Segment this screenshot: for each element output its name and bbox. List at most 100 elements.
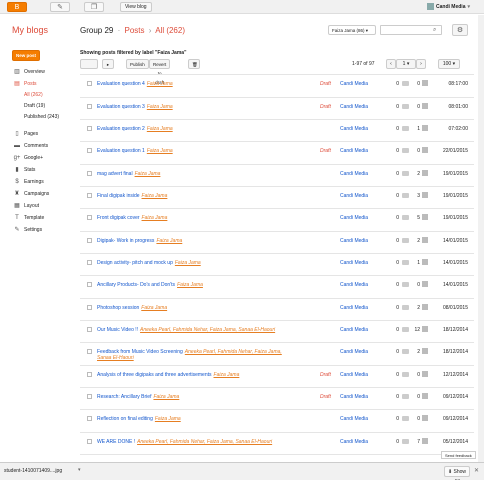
post-labels[interactable]: Faiza Jama [142, 193, 168, 199]
post-author[interactable]: Candi Media [340, 215, 368, 221]
sidebar-item-template[interactable]: T Template [12, 212, 74, 224]
row-checkbox[interactable] [87, 327, 92, 332]
per-page-select[interactable]: 100 ▾ [438, 59, 460, 69]
post-labels[interactable]: Faiza Jama [147, 104, 173, 110]
sidebar-item-earnings[interactable]: $ Earnings [12, 176, 74, 188]
show-all-downloads-button[interactable]: ⬇ Show All [444, 466, 470, 480]
row-checkbox[interactable] [87, 394, 92, 399]
post-author[interactable]: Candi Media [340, 372, 368, 378]
post-title[interactable]: Our Music Video !! [97, 327, 138, 333]
table-row[interactable]: mag advert final Faiza Jama Candi Media 0 2 1… [80, 165, 474, 187]
post-labels[interactable]: Faiza Jama [147, 126, 173, 132]
post-labels[interactable]: Faiza Jama [153, 394, 179, 400]
row-checkbox[interactable] [87, 349, 92, 354]
post-author[interactable]: Candi Media [340, 327, 368, 333]
table-row[interactable]: Final digipak inside Faiza Jama Candi Medi… [80, 187, 474, 209]
sidebar-item-googleplus[interactable]: g+ Google+ [12, 152, 74, 164]
post-author[interactable]: Candi Media [340, 104, 368, 110]
breadcrumb-filter[interactable]: All (262) [155, 26, 185, 35]
label-filter-dropdown[interactable]: Faiza Jama (86) ▾ [328, 25, 376, 35]
post-author[interactable]: Candi Media [340, 260, 368, 266]
table-row[interactable]: Evaluation question 3 Faiza Jama Draft Cand… [80, 98, 474, 120]
table-row[interactable]: Photoshop session Faiza Jama Candi Media 0 2… [80, 299, 474, 321]
post-labels[interactable]: Faiza Jama [141, 305, 167, 311]
new-post-button[interactable]: New post [12, 50, 40, 61]
post-title[interactable]: Evaluation question 2 [97, 126, 145, 132]
post-labels[interactable]: Faiza Jama [175, 260, 201, 266]
sidebar-item-overview[interactable]: ▥ Overview [12, 66, 74, 78]
post-labels[interactable]: Faiza Jama [214, 372, 240, 378]
table-row[interactable]: Our Music Video !! Aneeka Pearl, Fahmida … [80, 321, 474, 343]
my-blogs-link[interactable]: My blogs [12, 25, 48, 35]
post-title[interactable]: Design activity- pitch and mock up [97, 260, 173, 266]
sidebar-item-pages[interactable]: ▯ Pages [12, 128, 74, 140]
breadcrumb-posts[interactable]: Posts [125, 26, 145, 35]
table-row[interactable]: Research: Ancillary Brief Faiza Jama Draft… [80, 388, 474, 410]
post-author[interactable]: Candi Media [340, 148, 368, 154]
post-labels[interactable]: Aneeka Pearl, Fahmida Nehar, Faiza Jama,… [137, 439, 272, 445]
post-title[interactable]: Evaluation question 4 [97, 81, 145, 87]
row-checkbox[interactable] [87, 81, 92, 86]
post-author[interactable]: Candi Media [340, 439, 368, 445]
post-title[interactable]: Digipak- Work in progress [97, 238, 154, 244]
revert-to-draft-button[interactable]: Revert to draft [149, 59, 171, 85]
table-row[interactable]: Feedback from Music Video Screening Aneek… [80, 343, 474, 366]
sidebar-item-campaigns[interactable]: ♜ Campaigns [12, 188, 74, 200]
row-checkbox[interactable] [87, 260, 92, 265]
post-labels-continued[interactable]: Sanaa El-Haouri [97, 355, 134, 361]
row-checkbox[interactable] [87, 193, 92, 198]
post-labels[interactable]: Faiza Jama [142, 215, 168, 221]
post-labels[interactable]: Faiza Jama [156, 238, 182, 244]
send-feedback-button[interactable]: Send feedback [441, 451, 476, 459]
row-checkbox[interactable] [87, 372, 92, 377]
post-author[interactable]: Candi Media [340, 305, 368, 311]
blogger-logo-button[interactable]: B [7, 2, 27, 12]
search-icon[interactable]: ⌕ [433, 27, 436, 34]
post-title[interactable]: Evaluation question 3 [97, 104, 145, 110]
row-checkbox[interactable] [87, 282, 92, 287]
post-title[interactable]: WE ARE DONE ! [97, 439, 135, 445]
delete-button[interactable]: 🗑 [188, 59, 200, 69]
post-title[interactable]: Ancillary Products- Do's and Don'ts [97, 282, 175, 288]
row-checkbox[interactable] [87, 104, 92, 109]
post-title[interactable]: Final digipak inside [97, 193, 140, 199]
table-row[interactable]: Design activity- pitch and mock up Faiza … [80, 254, 474, 276]
post-labels[interactable]: Faiza Jama [155, 416, 181, 422]
blog-name[interactable]: Group 29 [80, 26, 113, 35]
labels-button[interactable]: ▸ [102, 59, 114, 69]
table-row[interactable]: Evaluation question 1 Faiza Jama Draft Cand… [80, 142, 474, 165]
sidebar-subitem-draft[interactable]: Draft (19) [12, 101, 74, 112]
sidebar-subitem-all[interactable]: All (262) [12, 90, 74, 101]
post-labels[interactable]: Faiza Jama [177, 282, 203, 288]
table-row[interactable]: WE ARE DONE ! Aneeka Pearl, Fahmida Nehar… [80, 433, 474, 455]
post-title[interactable]: Front digipak cover [97, 215, 140, 221]
post-title[interactable]: Photoshop session [97, 305, 139, 311]
close-icon[interactable]: ✕ [474, 467, 479, 474]
post-author[interactable]: Candi Media [340, 126, 368, 132]
sidebar-item-comments[interactable]: ▬ Comments [12, 140, 74, 152]
row-checkbox[interactable] [87, 126, 92, 131]
prev-page-button[interactable]: ‹ [386, 59, 396, 69]
post-author[interactable]: Candi Media [340, 349, 368, 355]
post-labels[interactable]: Faiza Jama [147, 81, 173, 87]
post-labels[interactable]: Faiza Jama [147, 148, 173, 154]
download-item[interactable]: student-1410071409....jpg [4, 467, 62, 475]
row-checkbox[interactable] [87, 171, 92, 176]
new-post-toolbar-button[interactable]: ✎ [50, 2, 70, 12]
user-menu[interactable]: Candi Media ▾ [427, 3, 470, 11]
table-row[interactable]: Evaluation question 4 Faiza Jama Draft Cand… [80, 75, 474, 98]
post-title[interactable]: mag advert final [97, 171, 133, 177]
table-row[interactable]: Analysis of three digipaks and three adv… [80, 366, 474, 388]
post-author[interactable]: Candi Media [340, 394, 368, 400]
post-title[interactable]: Analysis of three digipaks and three adv… [97, 372, 212, 378]
row-checkbox[interactable] [87, 439, 92, 444]
post-labels[interactable]: Aneeka Pearl, Fahmida Nehar, Faiza Jama,… [140, 327, 275, 333]
table-row[interactable]: Front digipak cover Faiza Jama Candi Media… [80, 209, 474, 232]
sidebar-item-stats[interactable]: ▮ Stats [12, 164, 74, 176]
table-row[interactable]: Ancillary Products- Do's and Don'ts Faiza… [80, 276, 474, 299]
post-author[interactable]: Candi Media [340, 238, 368, 244]
post-title[interactable]: Research: Ancillary Brief [97, 394, 151, 400]
sidebar-item-settings[interactable]: ✎ Settings [12, 224, 74, 236]
select-all-checkbox[interactable] [80, 59, 98, 69]
post-labels[interactable]: Faiza Jama [135, 171, 161, 177]
